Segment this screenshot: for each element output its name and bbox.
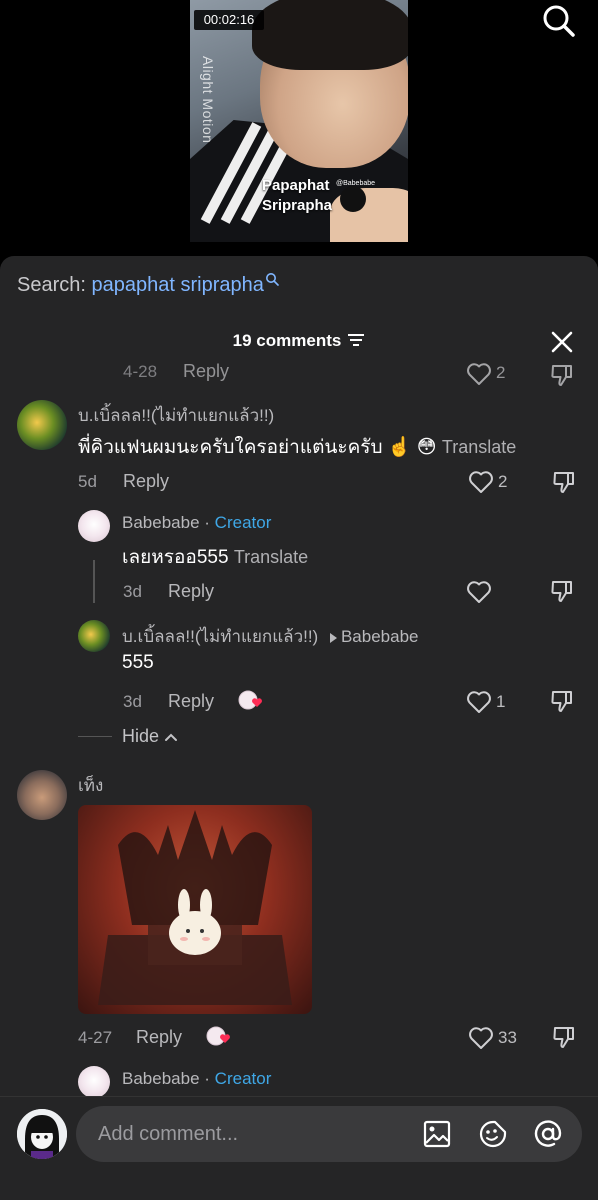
my-avatar-illustration <box>17 1109 67 1159</box>
comment-text: พี่คิวแฟนผมนะครับใครอย่าแต่นะครับ ☝️ 😳 T… <box>78 432 516 462</box>
my-avatar[interactable] <box>17 1109 67 1159</box>
video-caption-handle: @Babebabe <box>336 180 376 187</box>
heart-icon[interactable] <box>466 690 492 714</box>
comments-count: 19 comments <box>232 331 342 350</box>
reply-to-username[interactable]: Babebabe <box>341 627 419 646</box>
comment-username[interactable]: เท็ง <box>78 772 103 799</box>
video-hair <box>252 0 408 70</box>
reply-date: 3d <box>123 582 142 601</box>
comment-date: 4-27 <box>78 1028 113 1047</box>
heart-icon[interactable] <box>468 470 494 494</box>
like-count: 2 <box>496 363 506 382</box>
comment-date: 4-28 <box>123 362 158 381</box>
hide-divider <box>78 736 112 737</box>
dislike-icon[interactable] <box>549 362 575 388</box>
comment-date: 5d <box>78 472 97 491</box>
reply-text: 555 <box>122 652 154 673</box>
avatar[interactable] <box>78 510 110 542</box>
reply-username-text: Babebabe <box>122 1069 200 1088</box>
like-count: 1 <box>496 692 506 711</box>
reply-button[interactable]: Reply <box>168 691 214 712</box>
video-timestamp: 00:02:16 <box>194 10 264 30</box>
video-watermark: Alight Motion <box>200 56 216 144</box>
hide-label: Hide <box>122 726 160 746</box>
heart-icon[interactable] <box>466 580 492 604</box>
reply-button[interactable]: Reply <box>123 471 169 492</box>
creator-liked-icon <box>206 1026 230 1046</box>
video-caption-line2: Sriprapha <box>262 197 333 214</box>
reply-button[interactable]: Reply <box>168 581 214 602</box>
dislike-icon[interactable] <box>551 469 577 495</box>
separator-dot: · <box>204 513 210 532</box>
like-count: 2 <box>498 472 508 491</box>
reply-username[interactable]: Babebabe · Creator <box>122 1069 271 1089</box>
search-suggestion[interactable]: Search: papaphat sriprapha <box>17 273 279 297</box>
comment-body: พี่คิวแฟนผมนะครับใครอย่าแต่นะครับ ☝️ 😳 <box>78 437 437 458</box>
reply-text: เลยหรออ555 Translate <box>122 542 308 572</box>
close-icon[interactable] <box>548 328 576 356</box>
thread-line <box>93 560 95 603</box>
reply-body: เลยหรออ555 <box>122 547 229 568</box>
video-mic <box>340 186 366 212</box>
search-icon <box>265 273 279 286</box>
comment-input-container[interactable] <box>76 1106 582 1162</box>
comment-username[interactable]: บ.เบิ้ลลล!!(ไม่ทำแยกแล้ว!!) <box>78 402 274 429</box>
avatar[interactable] <box>78 1066 110 1098</box>
reply-button[interactable]: Reply <box>183 361 229 382</box>
comment-list[interactable]: 4-28 Reply 2 บ.เบิ้ลลล!!(ไม่ทำแยกแล้ว!!)… <box>0 356 598 1101</box>
chevron-up-icon <box>165 733 178 742</box>
emoji-sticker-icon[interactable] <box>478 1119 508 1149</box>
sheet-header: 19 comments <box>0 328 598 358</box>
reply-date: 3d <box>123 692 142 711</box>
video-thumbnail[interactable]: 00:02:16 Alight Motion Papaphat Sripraph… <box>190 0 408 242</box>
translate-button[interactable]: Translate <box>442 437 516 457</box>
creator-badge: Creator <box>214 513 272 532</box>
avatar[interactable] <box>17 400 67 450</box>
creator-liked-icon <box>238 690 262 710</box>
reply-button[interactable]: Reply <box>136 1027 182 1048</box>
comment-input[interactable] <box>98 1106 398 1162</box>
throne-illustration <box>98 810 292 1005</box>
video-area[interactable]: 00:02:16 Alight Motion Papaphat Sripraph… <box>0 0 598 258</box>
heart-icon[interactable] <box>468 1026 494 1050</box>
creator-badge: Creator <box>214 1069 272 1088</box>
play-arrow-icon <box>329 632 337 643</box>
heart-icon[interactable] <box>466 362 492 386</box>
like-count: 33 <box>498 1028 517 1047</box>
avatar[interactable] <box>17 770 67 820</box>
comment-image[interactable] <box>78 805 312 1014</box>
sort-filter-icon[interactable] <box>347 333 365 347</box>
avatar[interactable] <box>78 620 110 652</box>
mention-icon[interactable] <box>533 1119 563 1149</box>
video-caption: Papaphat Sriprapha <box>262 176 332 216</box>
separator-dot: · <box>204 1069 210 1088</box>
reply-username[interactable]: บ.เบิ้ลลล!!(ไม่ทำแยกแล้ว!!) Babebabe <box>122 623 419 650</box>
comment-input-bar <box>0 1096 598 1200</box>
search-query[interactable]: papaphat sriprapha <box>92 274 264 296</box>
search-icon[interactable] <box>540 2 576 38</box>
reply-username-text: บ.เบิ้ลลล!!(ไม่ทำแยกแล้ว!!) <box>122 627 319 646</box>
hide-replies-button[interactable]: Hide <box>122 726 178 747</box>
dislike-icon[interactable] <box>549 688 575 714</box>
comments-count-row[interactable]: 19 comments <box>0 328 598 354</box>
translate-button[interactable]: Translate <box>234 547 308 567</box>
reply-username[interactable]: Babebabe · Creator <box>122 513 271 533</box>
reply-username-text: Babebabe <box>122 513 200 532</box>
dislike-icon[interactable] <box>549 578 575 604</box>
search-prefix: Search: <box>17 274 86 296</box>
image-icon[interactable] <box>422 1119 452 1149</box>
comments-sheet: Search: papaphat sriprapha 19 comments 4… <box>0 256 598 1200</box>
video-caption-line1: Papaphat <box>262 177 330 194</box>
dislike-icon[interactable] <box>551 1024 577 1050</box>
